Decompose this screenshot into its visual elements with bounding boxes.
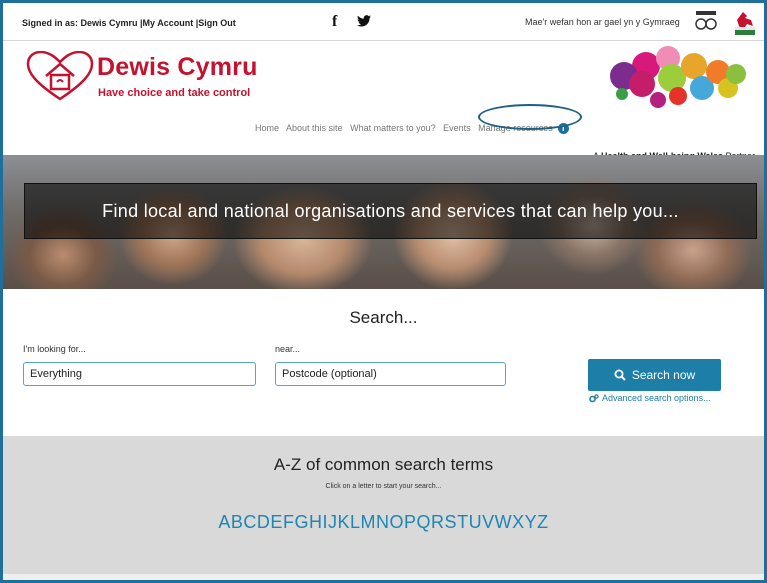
language-glasses-icon[interactable] bbox=[693, 10, 719, 32]
az-letter-list: ABCDEFGHIJKLMNOPQRSTUVWXYZ bbox=[3, 512, 764, 533]
nav-about[interactable]: About this site bbox=[286, 123, 343, 133]
hero-caption: Find local and national organisations an… bbox=[102, 200, 679, 221]
main-nav: Home About this site What matters to you… bbox=[255, 123, 574, 135]
gear-icon bbox=[589, 393, 599, 402]
info-icon[interactable]: i bbox=[557, 123, 569, 135]
az-letter-m[interactable]: M bbox=[361, 512, 377, 532]
az-letter-r[interactable]: R bbox=[431, 512, 445, 532]
postcode-input[interactable] bbox=[275, 362, 506, 386]
az-letter-u[interactable]: U bbox=[469, 512, 483, 532]
az-letter-o[interactable]: O bbox=[390, 512, 405, 532]
welsh-dragon-icon[interactable] bbox=[733, 10, 757, 36]
az-letter-x[interactable]: X bbox=[512, 512, 525, 532]
search-now-button[interactable]: Search now bbox=[588, 359, 721, 391]
site-title[interactable]: Dewis Cymru bbox=[97, 53, 258, 82]
top-bar: Signed in as: Dewis Cymru |My Account |S… bbox=[3, 3, 764, 41]
az-letter-p[interactable]: P bbox=[404, 512, 417, 532]
search-icon bbox=[614, 369, 626, 381]
facebook-icon[interactable]: f bbox=[332, 13, 337, 31]
az-letter-f[interactable]: F bbox=[283, 512, 295, 532]
search-now-label: Search now bbox=[631, 368, 696, 382]
nav-home[interactable]: Home bbox=[255, 123, 279, 133]
az-letter-a[interactable]: A bbox=[218, 512, 231, 532]
az-letter-h[interactable]: H bbox=[309, 512, 323, 532]
az-letter-y[interactable]: Y bbox=[525, 512, 538, 532]
nav-events[interactable]: Events bbox=[443, 123, 471, 133]
az-letter-s[interactable]: S bbox=[445, 512, 458, 532]
dewis-logo-icon[interactable] bbox=[24, 50, 96, 103]
az-letter-d[interactable]: D bbox=[257, 512, 271, 532]
az-letter-k[interactable]: K bbox=[337, 512, 350, 532]
nav-manage-resources[interactable]: Manage resources bbox=[478, 123, 553, 133]
search-heading: Search... bbox=[349, 308, 418, 327]
az-letter-q[interactable]: Q bbox=[417, 512, 432, 532]
hero-caption-band: Find local and national organisations an… bbox=[24, 183, 757, 239]
az-letter-g[interactable]: G bbox=[294, 512, 309, 532]
az-letter-t[interactable]: T bbox=[457, 512, 469, 532]
az-letter-w[interactable]: W bbox=[495, 512, 513, 532]
twitter-icon[interactable] bbox=[357, 14, 371, 30]
az-letter-b[interactable]: B bbox=[231, 512, 244, 532]
advanced-search-link[interactable]: Advanced search options... bbox=[589, 393, 711, 403]
az-letter-z[interactable]: Z bbox=[537, 512, 549, 532]
looking-for-label: I'm looking for... bbox=[23, 344, 86, 354]
az-subtitle: Click on a letter to start your search..… bbox=[325, 483, 442, 490]
looking-for-input[interactable] bbox=[23, 362, 256, 386]
partner-logo-icon[interactable] bbox=[606, 44, 756, 114]
az-letter-n[interactable]: N bbox=[376, 512, 390, 532]
site-header: Dewis Cymru Have choice and take control… bbox=[3, 41, 764, 161]
az-letter-c[interactable]: C bbox=[243, 512, 257, 532]
az-heading: A-Z of common search terms bbox=[273, 455, 494, 474]
nav-what-matters[interactable]: What matters to you? bbox=[350, 123, 436, 133]
search-section: Search... I'm looking for... near... Sea… bbox=[3, 289, 764, 436]
footer-strip bbox=[3, 574, 764, 580]
advanced-search-label: Advanced search options... bbox=[602, 393, 711, 403]
az-letter-l[interactable]: L bbox=[350, 512, 361, 532]
near-label: near... bbox=[275, 344, 301, 354]
language-switch-link[interactable]: Mae'r wefan hon ar gael yn y Gymraeg bbox=[525, 17, 680, 27]
az-letter-e[interactable]: E bbox=[270, 512, 283, 532]
account-links[interactable]: Signed in as: Dewis Cymru |My Account |S… bbox=[22, 18, 236, 28]
az-letter-v[interactable]: V bbox=[482, 512, 495, 532]
site-tagline: Have choice and take control bbox=[98, 87, 251, 99]
az-section: A-Z of common search terms Click on a le… bbox=[3, 436, 764, 574]
hero-banner: Find local and national organisations an… bbox=[3, 155, 764, 289]
